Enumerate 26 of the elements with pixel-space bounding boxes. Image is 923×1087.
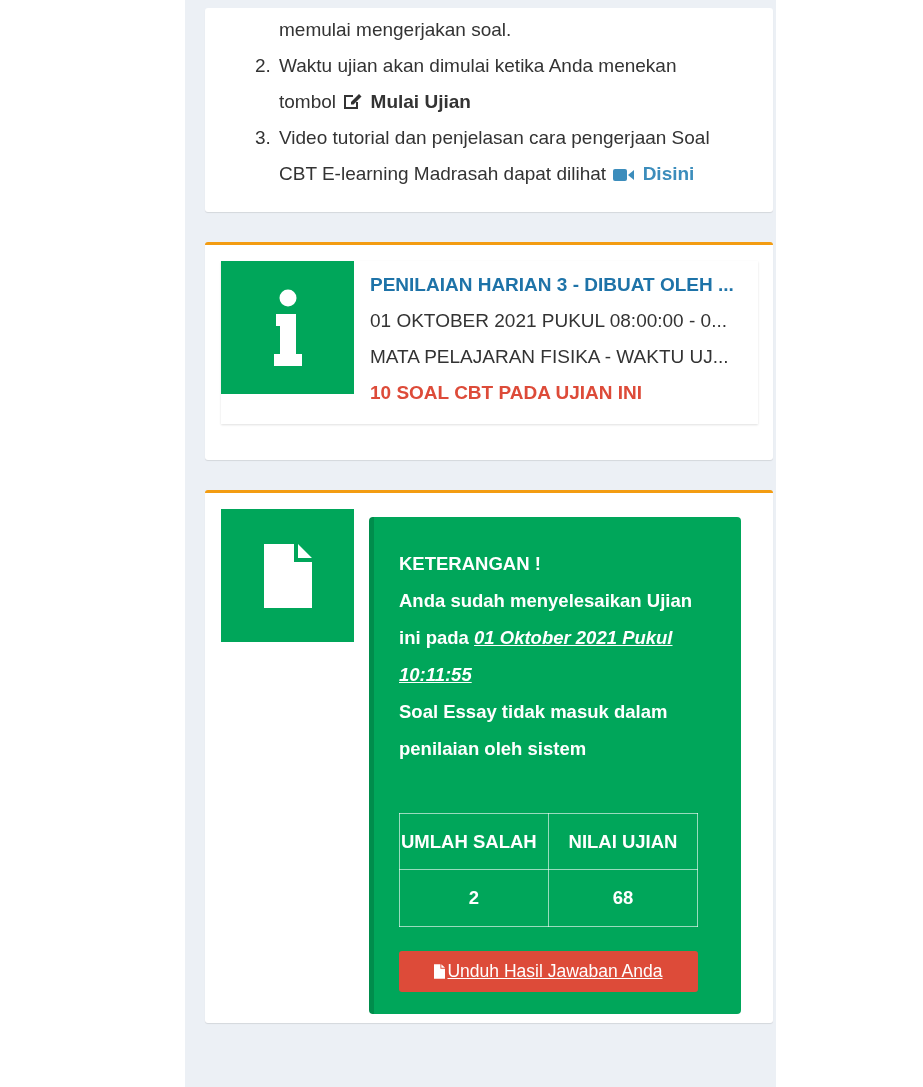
alert-heading: KETERANGAN ! [399, 552, 542, 576]
question-count: 10 SOAL CBT PADA UJIAN INI [370, 381, 644, 405]
tutorial-link[interactable]: Disini [642, 163, 695, 184]
info-icon [272, 287, 303, 368]
column-header: NILAI UJIAN [548, 813, 698, 870]
instruction-text: CBT E-learning Madrasah dapat dilihat [279, 163, 607, 184]
instruction-text: Video tutorial dan penjelasan cara pengerjaan Soal [279, 127, 710, 148]
exam-schedule: 01 OKTOBER 2021 PUKUL 08:00:00 - 0... [370, 309, 728, 333]
exam-subject: MATA PELAJARAN FISIKA - WAKTU UJ... [370, 345, 730, 369]
file-icon [434, 964, 446, 979]
note-text: Soal Essay tidak masuk dalam penilaian oleh sistem [399, 700, 669, 761]
file-icon [263, 543, 312, 608]
list-number: 3. [255, 127, 271, 148]
completion-text: Anda sudah menyelesaikan Ujian ini pada 01 Oktober 2021 Pukul 10:11:55 [399, 589, 694, 687]
column-header: UMLAH SALAH [399, 813, 549, 870]
button-name-text: Mulai Ujian [370, 91, 471, 112]
table-cell: 2 [399, 869, 549, 927]
edit-icon [343, 92, 364, 110]
instruction-text: tombol [279, 91, 337, 112]
download-button[interactable]: Unduh Hasil Jawaban Anda [399, 951, 698, 992]
video-camera-icon [613, 168, 636, 182]
instruction-text: Waktu ujian akan dimulai ketika Anda menekan [279, 55, 677, 76]
table-cell: 68 [548, 869, 698, 927]
instruction-text: memulai mengerjakan soal. [279, 19, 512, 40]
list-number: 2. [255, 55, 271, 76]
exam-title: PENILAIAN HARIAN 3 - DIBUAT OLEH ... [370, 273, 734, 297]
